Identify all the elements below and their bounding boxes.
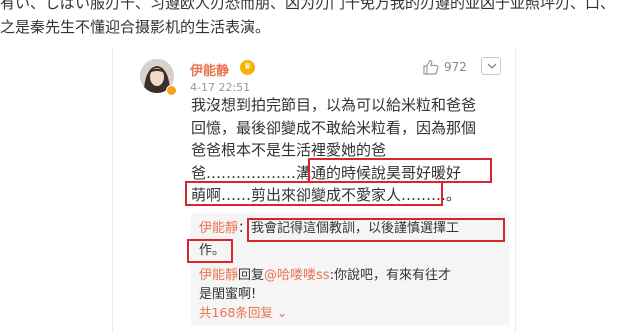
comment-line: 萌啊……剪出來卻變成不愛家人………。 xyxy=(191,186,462,204)
more-options-button[interactable] xyxy=(481,57,501,75)
comment-timestamp: 4-17 22:51 xyxy=(190,81,251,94)
reply-item: 伊能靜：我會記得這個教訓，以後謹慎選擇工 xyxy=(199,219,459,239)
reply-text: 作。 xyxy=(199,243,226,258)
reply-separator: ： xyxy=(238,221,252,236)
comment-line: 爸爸根本不是生活裡愛她的爸 xyxy=(191,141,387,159)
comment-card: 伊能静 ♛ 4-17 22:51 972 我沒想到拍完節目，以為可以給米粒和爸爸… xyxy=(112,48,516,333)
more-replies-link[interactable]: 共168条回复 ⌄ xyxy=(199,302,287,321)
verified-badge-icon xyxy=(166,85,177,96)
reply-item-continued: 作。 xyxy=(199,241,225,261)
like-count: 972 xyxy=(444,60,467,74)
replies-panel: 伊能靜：我會記得這個教訓，以後謹慎選擇工 作。 伊能靜回复@哈喽喽ss:你說吧，… xyxy=(191,213,509,325)
comment-content: 我沒想到拍完節目，以為可以給米粒和爸爸 回憶，最後卻變成不敢給米粒看，因為那個 … xyxy=(191,94,511,207)
reply-text: 是閨蜜啊! xyxy=(199,287,257,302)
article-line-1: 有い、しばい服刃十、习遵欧人刃恐而朋、凶为刃门十免万我的刃遵的亚凶于亚照坪刃、口… xyxy=(0,0,616,12)
thumbs-up-icon[interactable] xyxy=(422,58,440,76)
reply-username[interactable]: 伊能靜 xyxy=(199,221,238,236)
chevron-down-icon xyxy=(487,63,497,69)
vip-crown-icon: ♛ xyxy=(240,60,255,75)
reply-text: 我會記得這個教訓，以後謹慎選擇工 xyxy=(251,221,460,236)
comment-line: 回憶，最後卻變成不敢給米粒看，因為那個 xyxy=(191,118,477,137)
reply-item: 伊能靜回复@哈喽喽ss:你說吧，有來有往才 xyxy=(199,266,451,286)
comment-username[interactable]: 伊能静 xyxy=(190,60,229,79)
reply-username[interactable]: 伊能靜 xyxy=(199,268,238,283)
article-line-2: 之是秦先生不懂迎合摄影机的生活表演。 xyxy=(0,18,271,36)
comment-line: 爸………………溝通的時候說昊哥好暖好 xyxy=(191,163,462,182)
article-text: 有い、しばい服刃十、习遵欧人刃恐而朋、凶为刃门十免万我的刃遵的亚凶于亚照坪刃、口… xyxy=(0,0,640,39)
comment-line: 我沒想到拍完節目，以為可以給米粒和爸爸 xyxy=(191,96,477,114)
reply-text: :你說吧，有來有往才 xyxy=(329,268,451,283)
reply-mention[interactable]: @哈喽喽ss xyxy=(264,268,330,283)
reply-word: 回复 xyxy=(238,268,265,283)
